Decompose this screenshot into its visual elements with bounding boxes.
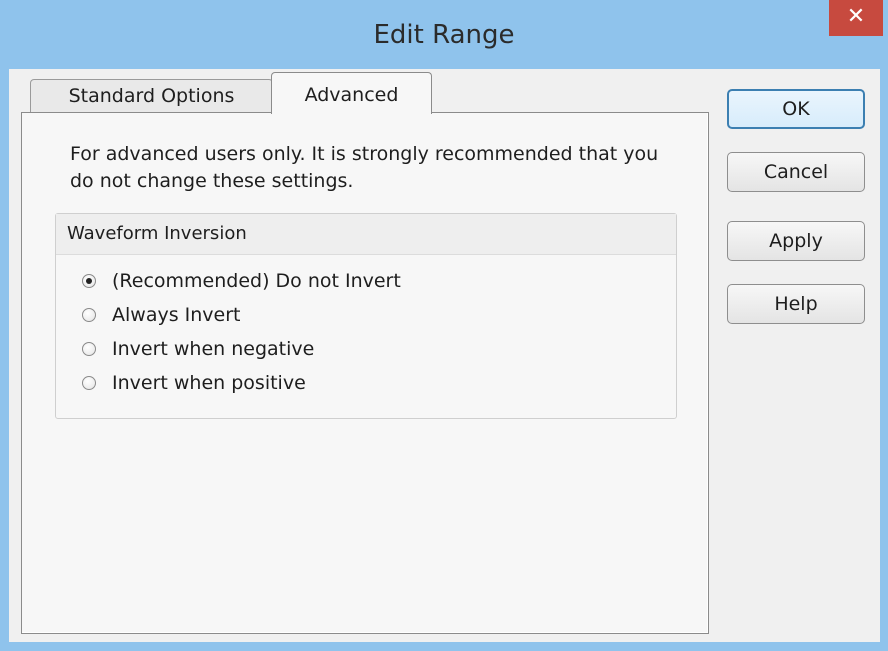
radio-button[interactable] bbox=[82, 308, 96, 322]
group-header: Waveform Inversion bbox=[56, 214, 676, 255]
close-button[interactable]: ✕ bbox=[829, 0, 883, 36]
group-title: Waveform Inversion bbox=[67, 223, 247, 244]
radio-button[interactable] bbox=[82, 342, 96, 356]
radio-label[interactable]: Invert when positive bbox=[112, 372, 306, 394]
apply-button[interactable]: Apply bbox=[727, 221, 865, 261]
radio-button-selected[interactable] bbox=[82, 274, 96, 288]
dialog-body: Standard Options Advanced For advanced u… bbox=[9, 69, 880, 642]
title-bar[interactable]: Edit Range ✕ bbox=[0, 0, 888, 68]
waveform-inversion-group: Waveform Inversion (Recommended) Do not … bbox=[55, 213, 677, 419]
edit-range-dialog: Edit Range ✕ Standard Options Advanced F… bbox=[0, 0, 888, 651]
window-title: Edit Range bbox=[373, 20, 515, 50]
ok-button[interactable]: OK bbox=[727, 89, 865, 129]
radio-button[interactable] bbox=[82, 376, 96, 390]
radio-label[interactable]: Always Invert bbox=[112, 304, 240, 326]
cancel-button[interactable]: Cancel bbox=[727, 152, 865, 192]
radio-dot-icon bbox=[86, 278, 92, 284]
close-icon: ✕ bbox=[846, 4, 866, 29]
tab-standard-options[interactable]: Standard Options bbox=[30, 79, 273, 113]
radio-label[interactable]: Invert when negative bbox=[112, 338, 314, 360]
radio-label[interactable]: (Recommended) Do not Invert bbox=[112, 270, 401, 292]
tab-advanced[interactable]: Advanced bbox=[271, 72, 432, 114]
tab-panel-advanced: For advanced users only. It is strongly … bbox=[21, 112, 709, 634]
help-button[interactable]: Help bbox=[727, 284, 865, 324]
advanced-description: For advanced users only. It is strongly … bbox=[70, 143, 659, 192]
